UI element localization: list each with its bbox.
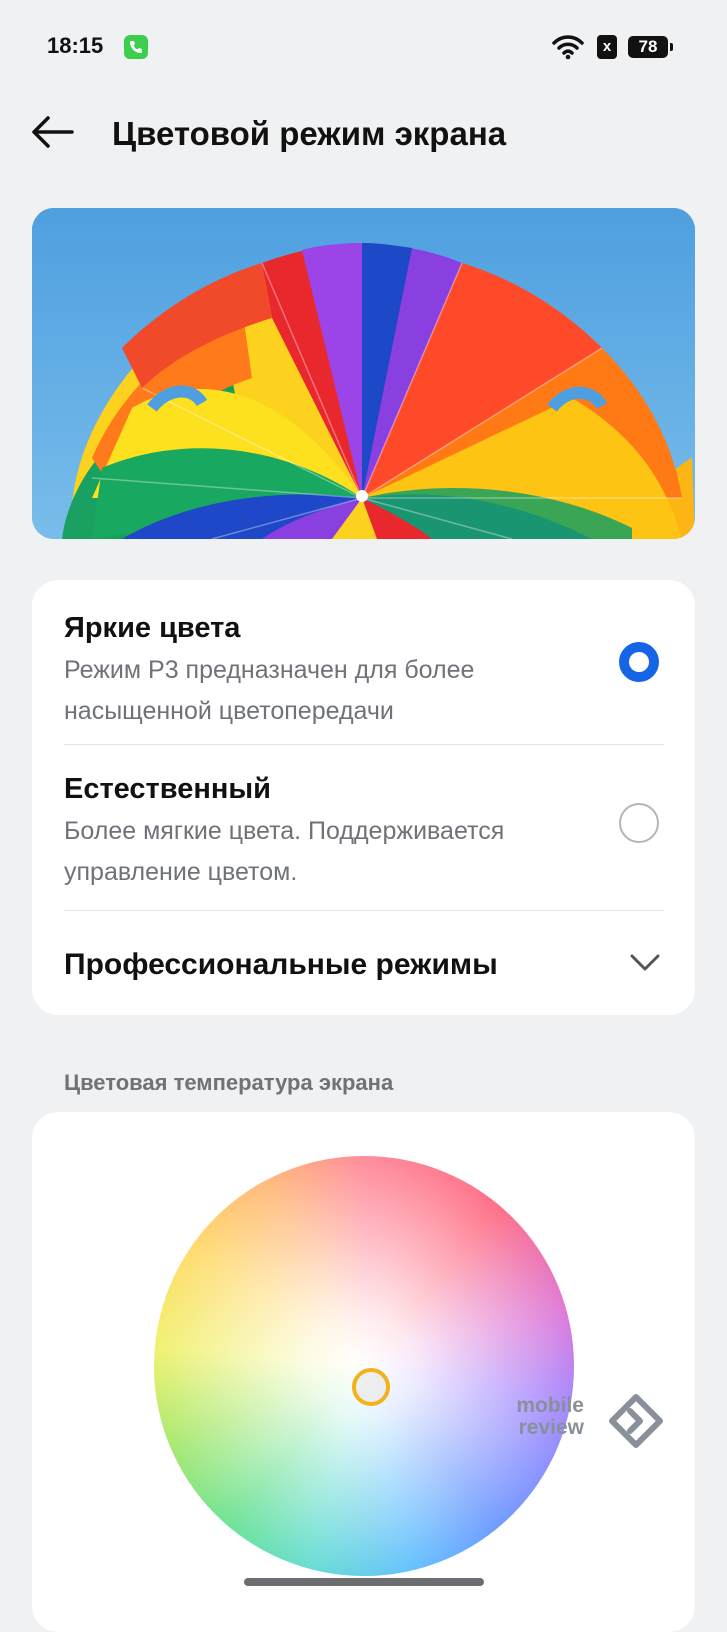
temperature-card	[32, 1112, 695, 1632]
pro-modes-title: Профессиональные режимы	[64, 948, 498, 981]
preview-image	[32, 208, 695, 539]
color-temperature-wheel[interactable]	[154, 1156, 574, 1576]
option-vivid-title: Яркие цвета	[64, 612, 241, 644]
status-bar: 18:15 x 78	[0, 0, 727, 92]
battery-indicator: 78	[628, 36, 673, 58]
option-natural-description: Более мягкие цвета. Поддерживается управ…	[64, 817, 505, 886]
natural-radio[interactable]	[619, 803, 659, 843]
app-header: Цветовой режим экрана	[0, 92, 727, 182]
vivid-radio[interactable]	[619, 642, 659, 682]
chevron-down-icon[interactable]	[630, 953, 660, 973]
mobile-review-logo-icon	[609, 1394, 663, 1448]
status-time: 18:15	[47, 33, 104, 58]
option-vivid-description: Режим P3 предназначен для более насыщенн…	[64, 656, 475, 725]
color-wheel-handle[interactable]	[352, 1368, 390, 1406]
notification-x-icon: x	[597, 35, 617, 59]
option-vivid[interactable]: Яркие цвета Режим P3 предназначен для бо…	[32, 580, 695, 744]
watermark: mobile review	[516, 1388, 666, 1458]
option-natural[interactable]: Естественный Более мягкие цвета. Поддерж…	[32, 745, 695, 909]
wifi-icon	[552, 35, 584, 60]
phone-call-icon	[124, 35, 148, 59]
temperature-section-label: Цветовая температура экрана	[64, 1070, 394, 1095]
back-arrow-icon	[32, 116, 74, 148]
back-button[interactable]	[28, 112, 84, 162]
home-indicator[interactable]	[244, 1578, 484, 1586]
page-title: Цветовой режим экрана	[112, 115, 507, 152]
watermark-line2: review	[518, 1416, 584, 1439]
watermark-line1: mobile	[516, 1394, 584, 1417]
option-natural-title: Естественный	[64, 773, 271, 805]
display-mode-card: Яркие цвета Режим P3 предназначен для бо…	[32, 580, 695, 1015]
